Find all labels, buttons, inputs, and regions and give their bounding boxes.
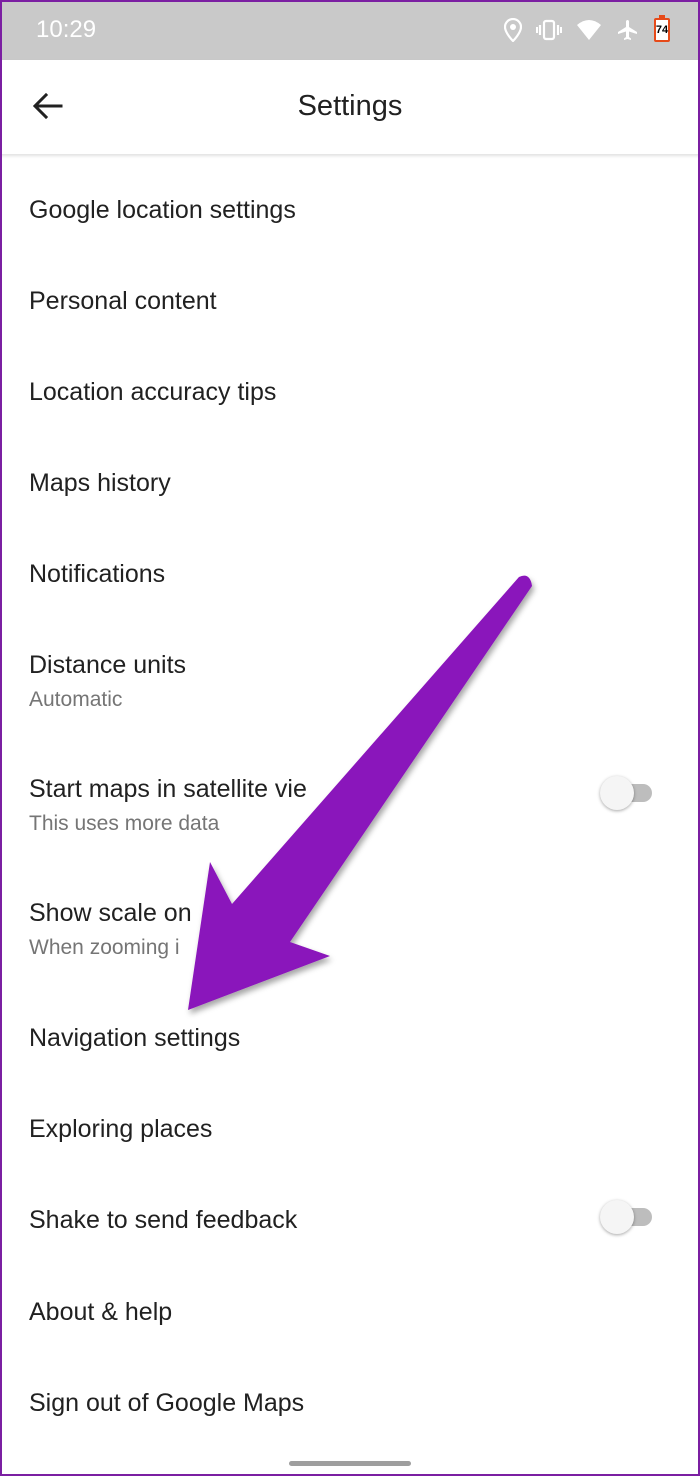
annotation-arrow — [188, 575, 532, 1010]
annotation-arrow-shape — [188, 575, 532, 1010]
